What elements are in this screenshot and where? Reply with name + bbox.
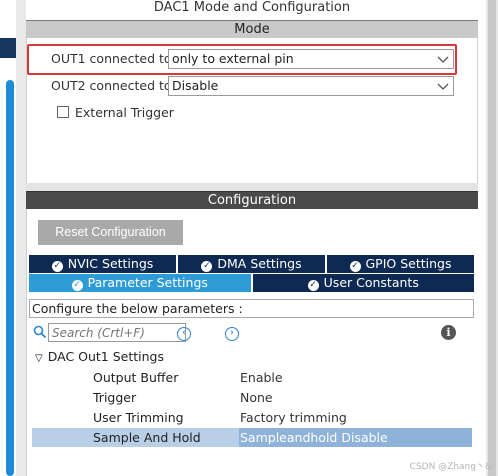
mode-panel: OUT1 connected to only to external pin O… xyxy=(26,38,478,183)
left-panel-scrollbar[interactable] xyxy=(6,80,14,476)
left-panel-edge xyxy=(0,0,16,476)
param-name: User Trimming xyxy=(93,410,184,425)
info-icon[interactable]: i xyxy=(441,325,456,340)
param-group-header[interactable]: ▽ DAC Out1 Settings xyxy=(35,349,164,364)
tab-label: Parameter Settings xyxy=(87,275,208,290)
configuration-section-header: Configuration xyxy=(26,191,478,209)
param-value[interactable]: Sampleandhold Disable xyxy=(239,428,472,447)
tab-label: GPIO Settings xyxy=(365,256,452,271)
configure-instructions: Configure the below parameters : xyxy=(29,299,474,318)
tabs-row-2: ✓ Parameter Settings ✓ User Constants xyxy=(29,274,474,292)
checkbox-box[interactable] xyxy=(57,106,69,118)
tab-parameter-settings[interactable]: ✓ Parameter Settings xyxy=(29,274,253,292)
check-circle-icon: ✓ xyxy=(51,261,63,272)
tab-user-constants[interactable]: ✓ User Constants xyxy=(252,274,474,292)
tab-dma-settings[interactable]: ✓ DMA Settings xyxy=(178,255,327,273)
chevron-down-icon xyxy=(437,83,449,90)
panel-divider[interactable] xyxy=(16,0,26,476)
param-name: Trigger xyxy=(93,390,137,405)
check-circle-icon: ✓ xyxy=(307,280,319,291)
param-group-label: DAC Out1 Settings xyxy=(47,349,164,364)
chevron-left-icon[interactable]: ‹ xyxy=(177,327,191,341)
param-value[interactable]: None xyxy=(240,388,273,407)
table-row[interactable]: Output Buffer Enable xyxy=(32,368,472,387)
chevron-right-icon[interactable]: › xyxy=(225,327,239,341)
table-row[interactable]: Trigger None xyxy=(32,388,472,407)
configuration-panel: Reset Configuration ✓ NVIC Settings ✓ DMA … xyxy=(26,209,478,476)
out1-label: OUT1 connected to xyxy=(51,51,172,66)
mode-section-header: Mode xyxy=(26,20,478,38)
param-value[interactable]: Enable xyxy=(240,368,283,387)
scrollbar-thumb[interactable] xyxy=(488,0,496,476)
section-gap xyxy=(26,183,478,191)
search-icon xyxy=(33,325,47,339)
tab-label: User Constants xyxy=(323,275,419,290)
out1-select-value: only to external pin xyxy=(172,51,294,66)
search-input[interactable] xyxy=(48,323,186,342)
out2-select-value: Disable xyxy=(172,78,219,93)
table-row[interactable]: User Trimming Factory trimming xyxy=(32,408,472,427)
right-scrollbar[interactable] xyxy=(486,0,498,476)
param-name: Output Buffer xyxy=(93,370,179,385)
tabs-row-1: ✓ NVIC Settings ✓ DMA Settings ✓ GPIO Setti… xyxy=(29,255,474,273)
check-circle-icon: ✓ xyxy=(71,280,83,291)
watermark: CSDN @Zhang丶& xyxy=(409,462,492,472)
tab-label: NVIC Settings xyxy=(67,256,154,271)
caret-down-icon: ▽ xyxy=(35,353,43,364)
out1-row: OUT1 connected to only to external pin xyxy=(27,49,479,71)
table-row-selected[interactable]: Sample And Hold Sampleandhold Disable xyxy=(32,428,472,447)
tab-gpio-settings[interactable]: ✓ GPIO Settings xyxy=(327,255,474,273)
param-name: Sample And Hold xyxy=(93,430,201,445)
chevron-down-icon xyxy=(437,56,449,63)
tab-nvic-settings[interactable]: ✓ NVIC Settings xyxy=(29,255,178,273)
out2-row: OUT2 connected to Disable xyxy=(27,76,479,98)
page-title: DAC1 Mode and Configuration xyxy=(153,0,351,15)
reset-configuration-button[interactable]: Reset Configuration xyxy=(38,220,183,245)
external-trigger-label: External Trigger xyxy=(75,105,174,120)
check-circle-icon: ✓ xyxy=(349,261,361,272)
out2-label: OUT2 connected to xyxy=(51,78,172,93)
left-panel-header xyxy=(0,38,16,58)
tab-label: DMA Settings xyxy=(217,256,302,271)
external-trigger-checkbox[interactable]: External Trigger xyxy=(57,105,174,120)
out1-select[interactable]: only to external pin xyxy=(168,49,454,69)
check-circle-icon: ✓ xyxy=(201,261,213,272)
param-value[interactable]: Factory trimming xyxy=(240,408,347,427)
out2-select[interactable]: Disable xyxy=(168,76,454,96)
